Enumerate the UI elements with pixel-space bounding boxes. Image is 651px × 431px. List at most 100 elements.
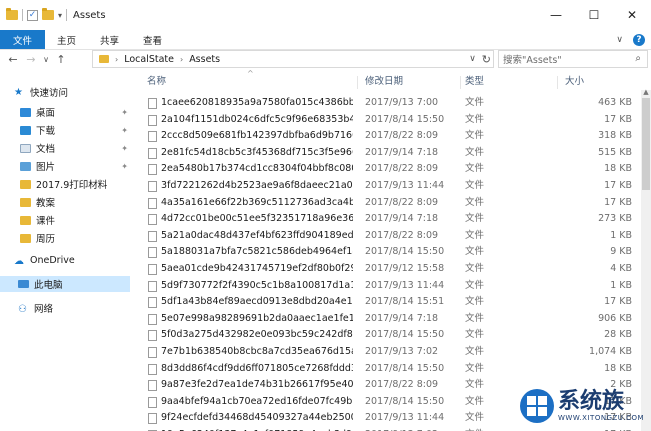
file-icon — [148, 413, 157, 425]
column-divider[interactable] — [557, 76, 558, 89]
file-size: 18 KB — [604, 362, 632, 374]
nav-label: 2017.9打印材料 — [36, 180, 108, 191]
breadcrumb-localstate[interactable]: LocalState — [124, 54, 174, 65]
file-row[interactable]: 5aea01cde9b42431745719ef2df80b0f2968c...… — [137, 261, 642, 277]
file-date: 2017/8/22 8:09 — [365, 196, 439, 208]
file-row[interactable]: 4a35a161e66f22b369c5112736ad3ca4bd78... 2… — [137, 195, 642, 211]
file-icon — [148, 297, 157, 309]
nav-item-courseware[interactable]: 课件 — [0, 212, 136, 228]
file-row[interactable]: 4d72cc01be00c51ee5f32351718a96e36c3c... 2… — [137, 211, 642, 227]
properties-icon[interactable]: ✓ — [27, 9, 38, 21]
nav-item-downloads[interactable]: 下载 ✦ — [0, 122, 136, 138]
file-date: 2017/9/14 7:18 — [365, 312, 439, 324]
nav-item-onedrive[interactable]: ☁ OneDrive — [0, 252, 136, 268]
search-icon[interactable]: ⌕ — [635, 53, 641, 64]
nav-item-quick-access[interactable]: ★ 快速访问 — [0, 84, 136, 100]
column-type[interactable]: 类型 — [465, 74, 484, 90]
customize-toolbar-icon[interactable]: ▾ — [58, 11, 62, 20]
chevron-right-icon[interactable]: › — [115, 55, 118, 64]
scrollbar-thumb[interactable] — [642, 98, 650, 190]
file-date: 2017/8/22 8:09 — [365, 163, 439, 175]
breadcrumb-assets[interactable]: Assets — [189, 54, 220, 65]
file-type: 文件 — [465, 97, 485, 108]
column-divider[interactable] — [357, 76, 358, 89]
file-type: 文件 — [465, 279, 485, 291]
tab-home[interactable]: 主页 — [45, 30, 88, 49]
file-row[interactable]: 7e7b1b638540b8cbc8a7cd35ea676d15a9d1... 2… — [137, 344, 642, 360]
file-date: 2017/8/22 8:09 — [365, 229, 439, 241]
file-size: 28 KB — [604, 329, 632, 341]
file-name: 9aa4bfef94a1cb70ea72ed16fde07fc49bb17f..… — [161, 395, 353, 407]
file-size: 1,074 KB — [589, 346, 632, 357]
ribbon-right: ∨ ? — [616, 30, 645, 50]
pin-icon[interactable]: ✦ — [121, 108, 128, 117]
file-row[interactable]: 1caee620818935a9a7580fa015c4386bbd1e... 2… — [137, 95, 642, 111]
address-bar[interactable]: › LocalState › Assets ∨ ↻ — [92, 50, 494, 68]
file-size: 17 KB — [604, 296, 632, 308]
nav-item-pictures[interactable]: 图片 ✦ — [0, 158, 136, 174]
file-date: 2017/9/13 11:44 — [365, 412, 445, 424]
nav-label: 此电脑 — [34, 280, 63, 291]
up-button[interactable]: ↑ — [52, 50, 70, 68]
file-type: 文件 — [465, 163, 485, 175]
help-icon[interactable]: ? — [633, 34, 645, 46]
quick-access-toolbar: ✓ ▾ — [0, 8, 68, 21]
file-row[interactable]: 2ccc8d509e681fb142397dbfba6d9b71601cf...… — [137, 128, 642, 144]
nav-item-documents[interactable]: 文档 ✦ — [0, 140, 136, 156]
address-actions: ∨ ↻ — [469, 51, 491, 67]
pin-icon[interactable]: ✦ — [121, 162, 128, 171]
column-divider[interactable] — [460, 76, 461, 89]
file-size: 906 KB — [598, 312, 632, 324]
file-type: 文件 — [465, 379, 485, 391]
column-date[interactable]: 修改日期 — [365, 74, 403, 90]
file-row[interactable]: 8d3dd86f4cdf9dd6ff071805ce7268fddd3bc...… — [137, 361, 642, 377]
refresh-icon[interactable]: ↻ — [482, 53, 491, 66]
file-date: 2017/8/14 15:50 — [365, 246, 445, 258]
file-name: 2a104f1151db024c6dfc5c9f96e68353b4e4a1..… — [161, 113, 353, 125]
file-type: 文件 — [465, 229, 485, 241]
new-folder-icon[interactable] — [42, 8, 54, 20]
nav-item-network[interactable]: ⚇ 网络 — [0, 300, 136, 316]
search-input[interactable]: 搜索"Assets" ⌕ — [498, 50, 648, 68]
recent-locations-button[interactable]: ∨ — [40, 50, 52, 68]
file-row[interactable]: 3fd7221262d4b2523ae9a6f8daeec21a06a8... 2… — [137, 178, 642, 194]
nav-item-this-pc[interactable]: 此电脑 — [0, 276, 130, 292]
file-row[interactable]: 2a104f1151db024c6dfc5c9f96e68353b4e4a1..… — [137, 112, 642, 128]
file-row[interactable]: 5a188031a7bfa7c5821c586deb4964ef18f7c...… — [137, 244, 642, 260]
file-row[interactable]: 5d9f730772f2f4390c5c1b8a100817d1a1d88...… — [137, 278, 642, 294]
file-icon — [148, 131, 157, 143]
file-size: 1 KB — [610, 279, 632, 291]
close-button[interactable]: ✕ — [613, 0, 651, 30]
minimize-button[interactable]: — — [537, 0, 575, 30]
file-date: 2017/9/13 11:44 — [365, 279, 445, 291]
file-row[interactable]: 5f0d3a275d432982e0e093bc59c242df83b0... 2… — [137, 327, 642, 343]
pin-icon[interactable]: ✦ — [121, 144, 128, 153]
file-date: 2017/8/14 15:51 — [365, 296, 445, 308]
tab-file[interactable]: 文件 — [0, 30, 46, 49]
scroll-up-icon[interactable]: ▲ — [641, 88, 651, 96]
nav-item-print-materials[interactable]: 2017.9打印材料 — [0, 176, 136, 192]
nav-item-desktop[interactable]: 桌面 ✦ — [0, 104, 136, 120]
file-type: 文件 — [465, 196, 485, 208]
tab-view[interactable]: 查看 — [131, 30, 174, 49]
chevron-right-icon[interactable]: › — [180, 55, 183, 64]
file-row[interactable]: 5a21a0dac48d437ef4bf623ffd904189ed241...… — [137, 228, 642, 244]
nav-item-weekly-calendar[interactable]: 周历 — [0, 230, 136, 246]
pictures-icon — [20, 161, 31, 171]
tab-share[interactable]: 共享 — [88, 30, 131, 49]
file-row[interactable]: 2ea5480b17b374cd1cc8304f04bbf8c080394...… — [137, 161, 642, 177]
file-name: 3fd7221262d4b2523ae9a6f8daeec21a06a8... — [161, 180, 353, 191]
file-row[interactable]: 5e07e998a98289691b2da0aaec1ae1fe1ca7... 2… — [137, 311, 642, 327]
file-row[interactable]: 2e81fc54d18cb5c3f45368df715c3f5e96672c..… — [137, 145, 642, 161]
expand-ribbon-icon[interactable]: ∨ — [616, 35, 623, 45]
address-dropdown-icon[interactable]: ∨ — [469, 54, 476, 64]
column-size[interactable]: 大小 — [565, 74, 584, 90]
nav-item-lesson-plans[interactable]: 教案 — [0, 194, 136, 210]
file-list-header: ^ 名称 修改日期 类型 大小 — [137, 69, 651, 90]
file-row[interactable]: 5df1a43b84ef89aecd0913e8dbd20a4e1085... 2… — [137, 294, 642, 310]
pin-icon[interactable]: ✦ — [121, 126, 128, 135]
back-button[interactable]: ← — [4, 50, 22, 68]
forward-button[interactable]: → — [22, 50, 40, 68]
maximize-button[interactable]: ☐ — [575, 0, 613, 30]
column-name[interactable]: 名称 — [147, 74, 166, 90]
